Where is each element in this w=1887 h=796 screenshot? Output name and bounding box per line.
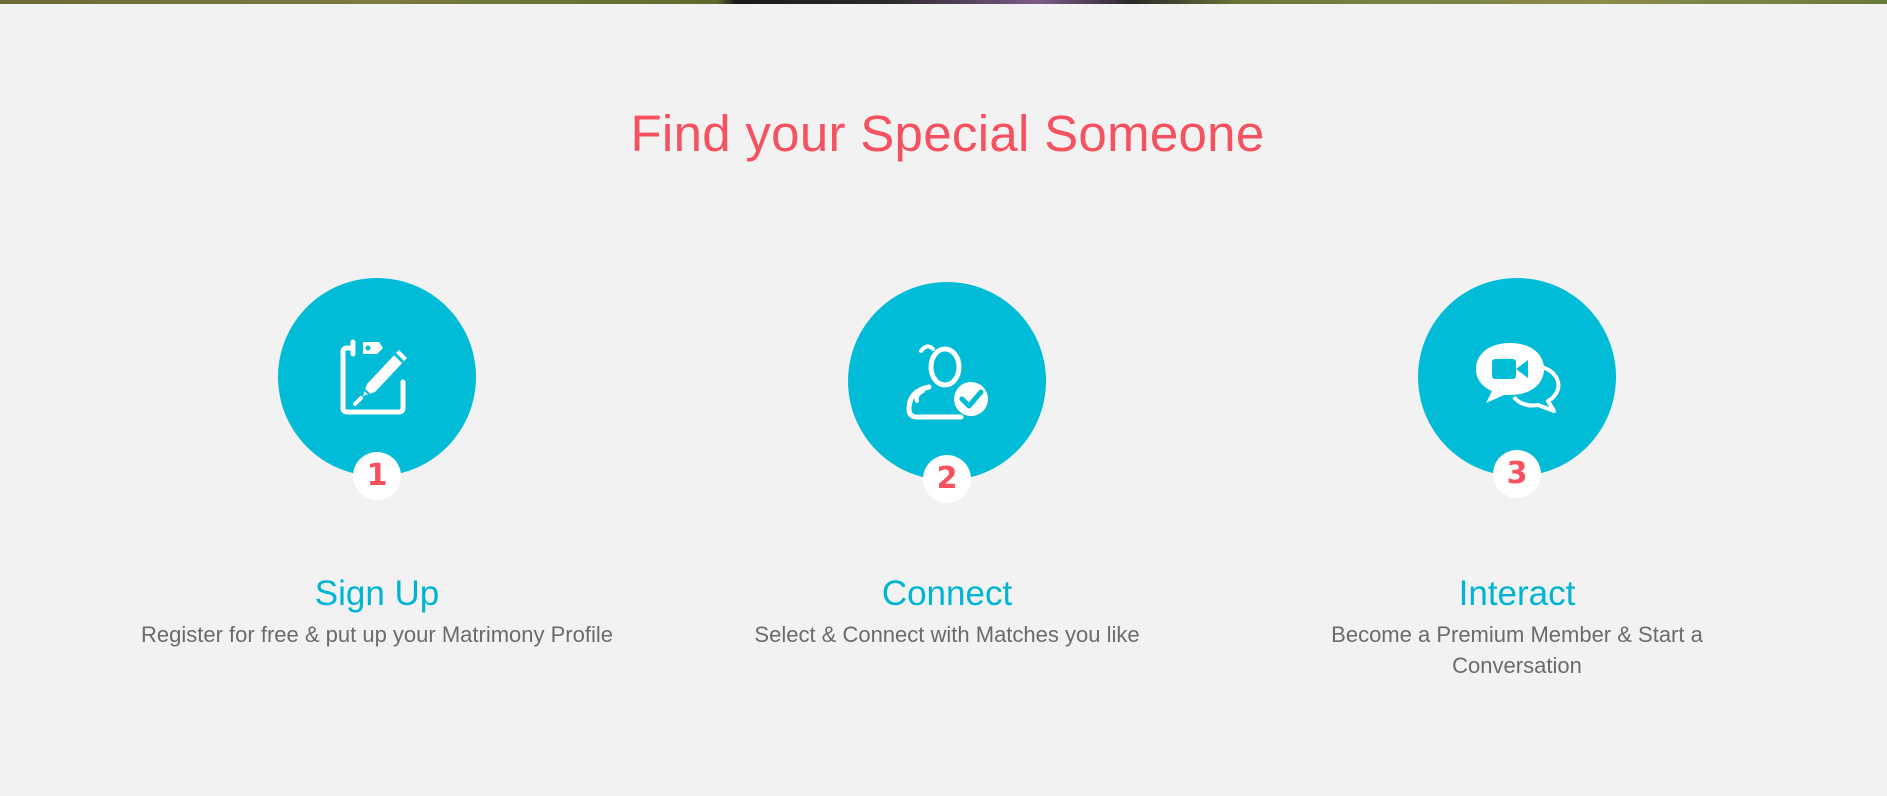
step-2-circle[interactable] [848, 282, 1046, 480]
step-1-circle[interactable] [278, 278, 476, 476]
video-chat-icon [1476, 343, 1561, 413]
hero-image-bottom-edge [0, 0, 1887, 4]
step-number-badge: 2 [923, 455, 971, 503]
step-title: Connect [881, 574, 1013, 613]
edit-profile-icon [340, 339, 407, 415]
step-number-badge: 1 [353, 452, 401, 500]
step-title: Sign Up [314, 574, 440, 613]
step-3-circle[interactable] [1418, 278, 1616, 476]
user-check-icon [906, 344, 988, 420]
section-title: Find your Special Someone [630, 105, 1265, 162]
step-title: Interact [1458, 574, 1576, 613]
step-description: Select & Connect with Matches you like [754, 622, 1140, 647]
step-description: Register for free & put up your Matrimon… [141, 622, 613, 647]
step-description: Become a Premium Member & Start a Conver… [1331, 622, 1703, 678]
step-number-badge: 3 [1493, 450, 1541, 498]
